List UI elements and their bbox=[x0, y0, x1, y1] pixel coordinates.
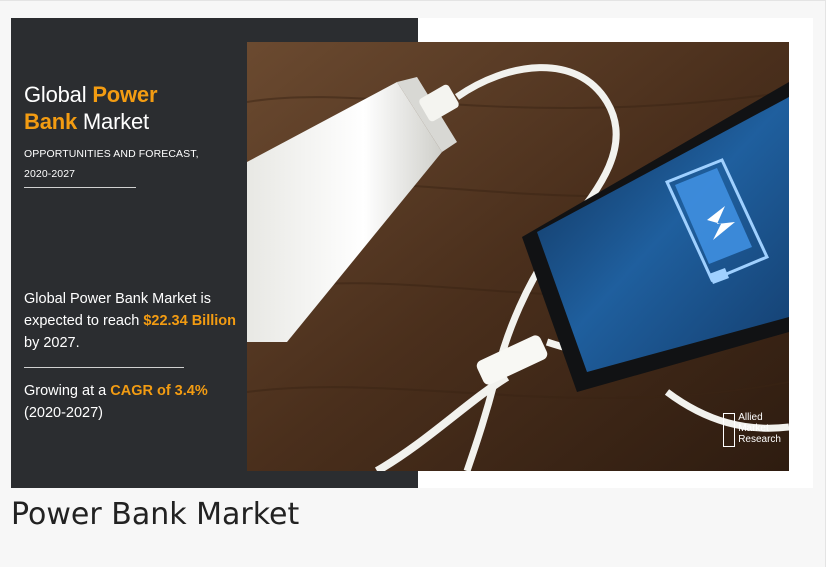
cagr-stat: Growing at a CAGR of 3.4% (2020-2027) bbox=[24, 380, 249, 424]
banner-title: Global Power Bank Market bbox=[24, 81, 244, 135]
logo-mark-icon bbox=[723, 413, 736, 447]
logo-line: Allied bbox=[738, 412, 763, 423]
stat-value: $22.34 Billion bbox=[143, 313, 236, 329]
market-banner-image[interactable]: Global Power Bank Market OPPORTUNITIES AN… bbox=[11, 18, 813, 488]
article-card: Global Power Bank Market OPPORTUNITIES AN… bbox=[0, 0, 826, 567]
divider bbox=[24, 367, 184, 368]
title-text: Market bbox=[77, 109, 149, 134]
power-bank-photo: Allied Market Research bbox=[247, 42, 789, 471]
title-text: Global bbox=[24, 82, 93, 107]
market-size-stat: Global Power Bank Market is expected to … bbox=[24, 288, 249, 354]
logo-line: Research bbox=[738, 434, 781, 445]
logo-line: Market bbox=[738, 423, 769, 434]
title-highlight: Bank bbox=[24, 109, 77, 134]
banner-subtitle: OPPORTUNITIES AND FORECAST, 2020-2027 bbox=[24, 144, 244, 184]
stat-text: Growing at a bbox=[24, 383, 111, 399]
logo-text: Allied Market Research bbox=[738, 412, 781, 445]
subtitle-line: OPPORTUNITIES AND FORECAST, bbox=[24, 148, 199, 160]
stat-text: by 2027. bbox=[24, 335, 80, 351]
stat-period: (2020-2027) bbox=[24, 405, 103, 421]
subtitle-line: 2020-2027 bbox=[24, 168, 76, 180]
divider bbox=[24, 187, 136, 188]
image-caption: Power Bank Market bbox=[11, 497, 300, 532]
allied-market-research-logo: Allied Market Research bbox=[723, 412, 781, 447]
title-highlight: Power bbox=[92, 82, 158, 107]
stat-value: CAGR of 3.4% bbox=[110, 383, 208, 399]
photo-illustration bbox=[247, 42, 789, 471]
